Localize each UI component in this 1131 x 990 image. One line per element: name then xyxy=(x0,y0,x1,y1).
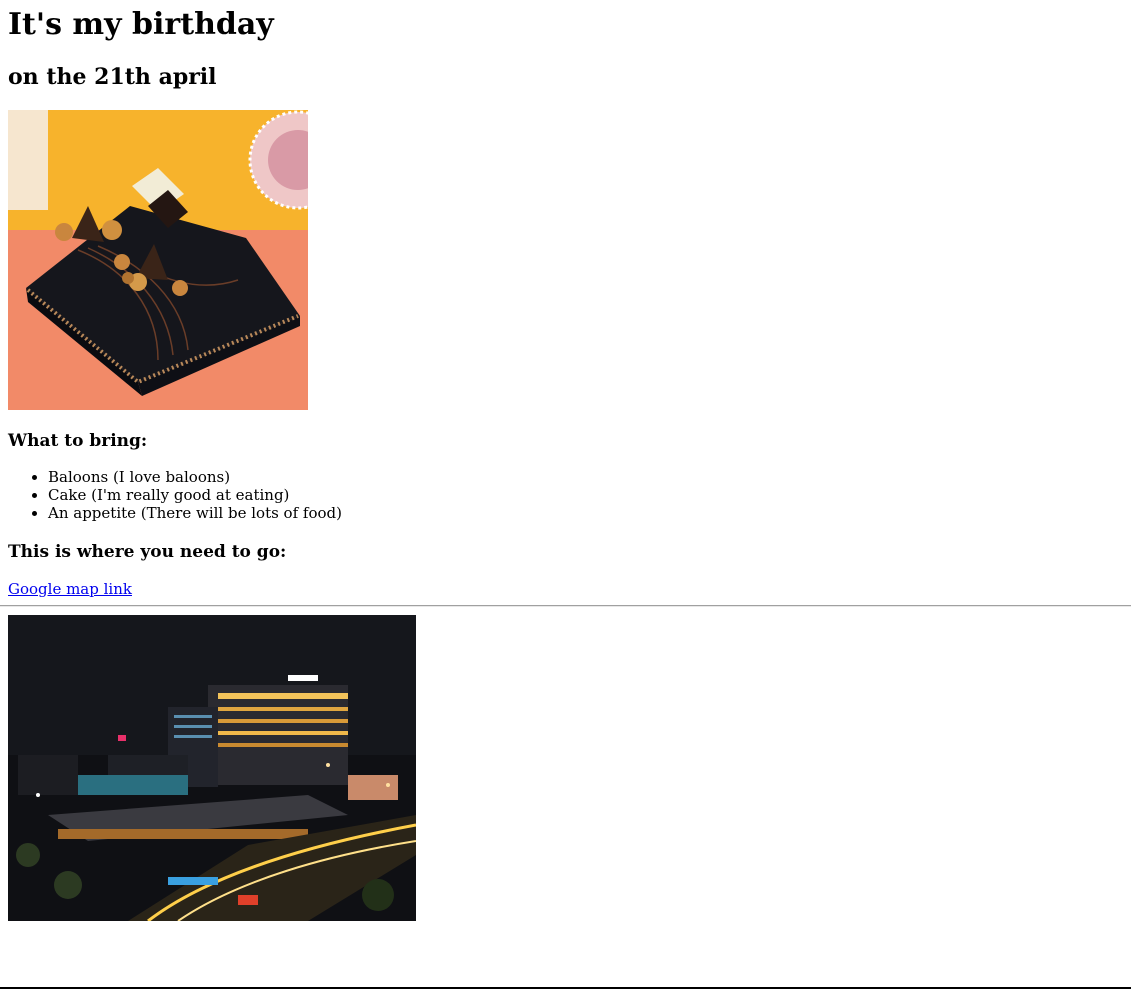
night-city-mall-image xyxy=(8,615,416,921)
google-map-link[interactable]: Google map link xyxy=(8,580,132,598)
map-link-paragraph: Google map link xyxy=(8,580,1123,598)
divider xyxy=(0,605,1131,607)
page: It's my birthday on the 21th april What … xyxy=(0,8,1131,598)
bring-heading: What to bring: xyxy=(8,431,148,451)
bring-list: Baloons (I love baloons) Cake (I'm reall… xyxy=(8,468,1123,522)
bottom-divider xyxy=(0,987,1131,989)
birthday-date: on the 21th april xyxy=(8,64,217,90)
city-section xyxy=(0,615,1131,921)
page-title: It's my birthday xyxy=(8,7,274,42)
list-item: Cake (I'm really good at eating) xyxy=(48,486,1123,504)
location-heading: This is where you need to go: xyxy=(8,542,287,562)
list-item: Baloons (I love baloons) xyxy=(48,468,1123,486)
list-item: An appetite (There will be lots of food) xyxy=(48,504,1123,522)
chocolate-cake-image xyxy=(8,110,308,410)
